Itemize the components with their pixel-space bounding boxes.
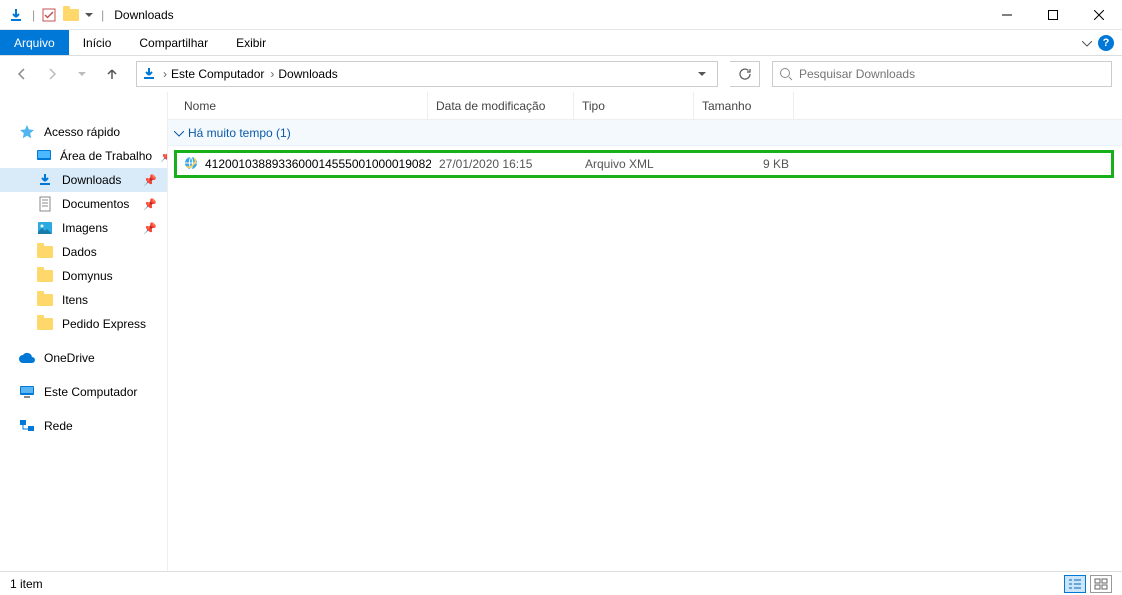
ie-xml-icon	[183, 155, 199, 174]
address-dropdown-icon[interactable]	[691, 72, 713, 76]
sidebar-item-quickaccess[interactable]: Acesso rápido	[0, 120, 167, 144]
pictures-icon	[36, 219, 54, 237]
col-date[interactable]: Data de modificação	[428, 92, 574, 119]
folder-icon	[36, 267, 54, 285]
folder-quickaccess-icon[interactable]	[61, 5, 81, 25]
pin-icon: 📌	[160, 150, 168, 163]
column-headers: Nome Data de modificação Tipo Tamanho	[168, 92, 1122, 120]
sidebar-item-label: Itens	[62, 293, 88, 307]
tab-view[interactable]: Exibir	[222, 30, 280, 55]
sidebar-item-itens[interactable]: Itens	[0, 288, 167, 312]
navigation-pane: Acesso rápido Área de Trabalho 📌 Downloa…	[0, 92, 168, 571]
view-details-button[interactable]	[1064, 575, 1086, 593]
sidebar-item-domynus[interactable]: Domynus	[0, 264, 167, 288]
sidebar-item-dados[interactable]: Dados	[0, 240, 167, 264]
network-icon	[18, 417, 36, 435]
status-bar: 1 item	[0, 571, 1122, 595]
sidebar-item-label: Domynus	[62, 269, 113, 283]
search-box[interactable]	[772, 61, 1112, 87]
sidebar-item-label: Rede	[44, 419, 73, 433]
item-count: 1 item	[10, 577, 43, 591]
sidebar-item-label: OneDrive	[44, 351, 95, 365]
documents-icon	[36, 195, 54, 213]
file-name: 41200103889336000145550010000190821 4...	[205, 157, 431, 171]
pin-icon: 📌	[143, 198, 157, 211]
col-name[interactable]: Nome	[168, 92, 428, 119]
tab-share[interactable]: Compartilhar	[125, 30, 222, 55]
maximize-button[interactable]	[1030, 0, 1076, 30]
cloud-icon	[18, 349, 36, 367]
desktop-icon	[36, 147, 52, 165]
sidebar-item-label: Pedido Express	[62, 317, 146, 331]
folder-icon	[36, 315, 54, 333]
breadcrumb-current[interactable]: Downloads	[278, 67, 337, 81]
sidebar-item-onedrive[interactable]: OneDrive	[0, 346, 167, 370]
file-list-pane: Nome Data de modificação Tipo Tamanho Há…	[168, 92, 1122, 571]
recent-button[interactable]	[70, 62, 94, 86]
close-button[interactable]	[1076, 0, 1122, 30]
col-size[interactable]: Tamanho	[694, 92, 794, 119]
sidebar-item-network[interactable]: Rede	[0, 414, 167, 438]
folder-icon	[36, 291, 54, 309]
download-location-icon	[141, 66, 157, 82]
title-bar: | | Downloads	[0, 0, 1122, 30]
ribbon-menu: Arquivo Início Compartilhar Exibir ?	[0, 30, 1122, 56]
view-largeicons-button[interactable]	[1090, 575, 1112, 593]
window-title: Downloads	[114, 8, 173, 22]
computer-icon	[18, 383, 36, 401]
sidebar-item-label: Downloads	[62, 173, 121, 187]
refresh-button[interactable]	[730, 61, 760, 87]
sidebar-item-label: Imagens	[62, 221, 108, 235]
sidebar-item-label: Dados	[62, 245, 97, 259]
sidebar-item-label: Este Computador	[44, 385, 137, 399]
breadcrumb-chevron-icon[interactable]: ›	[163, 67, 167, 81]
search-input[interactable]	[799, 67, 1105, 81]
address-bar[interactable]: › Este Computador › Downloads	[136, 61, 718, 87]
col-type[interactable]: Tipo	[574, 92, 694, 119]
sidebar-item-label: Área de Trabalho	[60, 149, 152, 163]
breadcrumb-root[interactable]: Este Computador	[171, 67, 264, 81]
file-size: 9 KB	[697, 157, 797, 171]
back-button[interactable]	[10, 62, 34, 86]
sidebar-item-documents[interactable]: Documentos 📌	[0, 192, 167, 216]
search-icon	[779, 67, 793, 81]
file-type: Arquivo XML	[577, 157, 697, 171]
sidebar-item-label: Acesso rápido	[44, 125, 120, 139]
ribbon-collapse-icon[interactable]	[1082, 36, 1092, 50]
breadcrumb-chevron-icon[interactable]: ›	[270, 67, 274, 81]
checkbox-icon[interactable]	[39, 5, 59, 25]
sidebar-item-label: Documentos	[62, 197, 129, 211]
sidebar-item-pictures[interactable]: Imagens 📌	[0, 216, 167, 240]
minimize-button[interactable]	[984, 0, 1030, 30]
pin-icon: 📌	[143, 222, 157, 235]
folder-icon	[36, 243, 54, 261]
group-header[interactable]: Há muito tempo (1)	[168, 120, 1122, 146]
highlighted-file-row: 41200103889336000145550010000190821 4...…	[174, 150, 1114, 178]
up-button[interactable]	[100, 62, 124, 86]
sidebar-item-pedido[interactable]: Pedido Express	[0, 312, 167, 336]
dropdown-icon[interactable]	[83, 5, 95, 25]
tab-home[interactable]: Início	[69, 30, 126, 55]
download-arrow-icon[interactable]	[6, 5, 26, 25]
file-row[interactable]: 41200103889336000145550010000190821 4...…	[177, 153, 1111, 175]
chevron-down-icon	[174, 126, 184, 140]
navigation-bar: › Este Computador › Downloads	[0, 56, 1122, 92]
download-icon	[36, 171, 54, 189]
forward-button[interactable]	[40, 62, 64, 86]
pin-icon: 📌	[143, 174, 157, 187]
sidebar-item-desktop[interactable]: Área de Trabalho 📌	[0, 144, 167, 168]
help-icon[interactable]: ?	[1098, 35, 1114, 51]
star-icon	[18, 123, 36, 141]
tab-file[interactable]: Arquivo	[0, 30, 69, 55]
group-header-label: Há muito tempo (1)	[188, 126, 291, 140]
file-date: 27/01/2020 16:15	[431, 157, 577, 171]
sidebar-item-downloads[interactable]: Downloads 📌	[0, 168, 167, 192]
sidebar-item-thispc[interactable]: Este Computador	[0, 380, 167, 404]
